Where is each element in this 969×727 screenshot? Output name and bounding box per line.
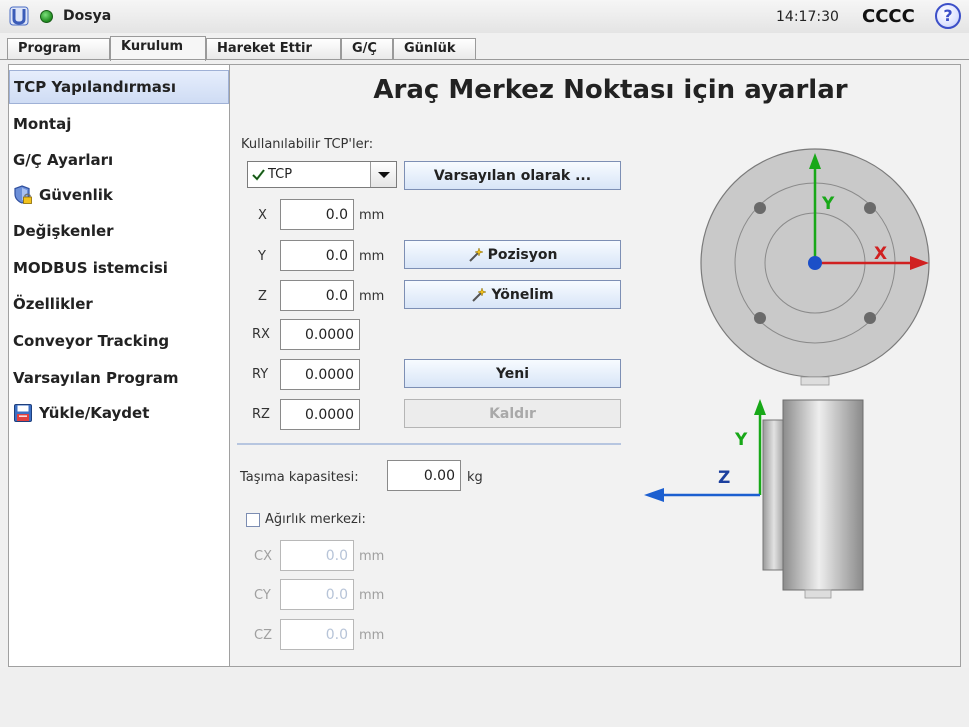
orientation-button[interactable]: Yönelim — [404, 280, 621, 309]
floppy-disk-icon — [14, 404, 32, 422]
cz-field[interactable]: 0.0 — [280, 619, 354, 650]
z-unit: mm — [359, 289, 385, 304]
center-of-gravity-checkbox[interactable] — [246, 513, 260, 527]
x-unit: mm — [359, 208, 385, 223]
sidebar-item-label: G/Ç Ayarları — [13, 151, 114, 169]
universal-robots-logo-icon — [9, 6, 29, 26]
sidebar-item-label: Conveyor Tracking — [13, 332, 170, 350]
payload-label: Taşıma kapasitesi: — [240, 470, 359, 485]
position-button-label: Pozisyon — [487, 246, 558, 263]
sidebar-item-label: TCP Yapılandırması — [14, 78, 176, 96]
tool-flange-diagram: Y X Y Z — [644, 148, 930, 599]
sidebar-item-label: Değişkenler — [13, 222, 114, 240]
sidebar-item-label: Güvenlik — [39, 186, 113, 204]
tab-program[interactable]: Program — [7, 38, 110, 60]
section-divider — [237, 443, 621, 445]
rz-field[interactable]: 0.0000 — [280, 399, 360, 430]
sidebar-item-label: MODBUS istemcisi — [13, 259, 168, 277]
wand-icon — [468, 246, 484, 262]
y-unit: mm — [359, 249, 385, 264]
sidebar-item-modbus-client[interactable]: MODBUS istemcisi — [9, 251, 229, 285]
y-field[interactable]: 0.0 — [280, 240, 354, 271]
ry-field[interactable]: 0.0000 — [280, 359, 360, 390]
rx-label: RX — [252, 327, 270, 342]
cx-field[interactable]: 0.0 — [280, 540, 354, 571]
x-field[interactable]: 0.0 — [280, 199, 354, 230]
set-as-default-button[interactable]: Varsayılan olarak ... — [404, 161, 621, 190]
sidebar-item-tcp-configuration[interactable]: TCP Yapılandırması — [9, 70, 229, 104]
rx-field[interactable]: 0.0000 — [280, 319, 360, 350]
top-bar: Dosya 14:17:30 CCCC ? — [0, 0, 969, 33]
sidebar-item-mounting[interactable]: Montaj — [9, 107, 229, 141]
y-label: Y — [258, 249, 266, 264]
z-field[interactable]: 0.0 — [280, 280, 354, 311]
side-z-axis-label: Z — [718, 468, 730, 488]
sidebar-item-variables[interactable]: Değişkenler — [9, 214, 229, 248]
payload-field[interactable]: 0.00 — [387, 460, 461, 491]
sidebar-item-label: Varsayılan Program — [13, 369, 179, 387]
new-tcp-button[interactable]: Yeni — [404, 359, 621, 388]
clock: 14:17:30 — [776, 9, 839, 25]
tcp-select[interactable]: TCP — [247, 161, 397, 188]
front-x-axis-label: X — [874, 244, 887, 264]
chevron-down-icon — [370, 162, 396, 187]
side-y-axis-label: Y — [734, 430, 748, 450]
wand-icon — [472, 286, 488, 302]
orientation-button-label: Yönelim — [491, 286, 554, 303]
sidebar-item-label: Montaj — [13, 115, 72, 133]
cz-unit: mm — [359, 628, 385, 643]
position-button[interactable]: Pozisyon — [404, 240, 621, 269]
flange-front-view: Y X — [700, 148, 930, 386]
sidebar-item-label: Yükle/Kaydet — [39, 404, 150, 422]
cz-label: CZ — [254, 628, 272, 643]
ry-label: RY — [252, 367, 269, 382]
center-of-gravity-label: Ağırlık merkezi: — [265, 512, 366, 527]
cy-field[interactable]: 0.0 — [280, 579, 354, 610]
sidebar-item-conveyor-tracking[interactable]: Conveyor Tracking — [9, 324, 229, 358]
remove-tcp-button[interactable]: Kaldır — [404, 399, 621, 428]
installation-sidebar: TCP Yapılandırması Montaj G/Ç Ayarları G… — [8, 64, 230, 667]
tcp-settings-panel: Araç Merkez Noktası için ayarlar Kullanı… — [230, 64, 961, 667]
robot-name: CCCC — [862, 6, 915, 27]
cx-unit: mm — [359, 549, 385, 564]
sidebar-item-default-program[interactable]: Varsayılan Program — [9, 361, 229, 395]
tab-move[interactable]: Hareket Ettir — [206, 38, 341, 60]
bottom-bar — [0, 668, 969, 727]
cy-unit: mm — [359, 588, 385, 603]
tab-io[interactable]: G/Ç — [341, 38, 393, 60]
tcp-select-value: TCP — [268, 167, 293, 182]
sidebar-item-load-save[interactable]: Yükle/Kaydet — [9, 396, 229, 430]
help-icon[interactable]: ? — [935, 3, 961, 29]
tab-divider — [0, 59, 969, 60]
tab-installation[interactable]: Kurulum — [110, 36, 206, 61]
sidebar-item-features[interactable]: Özellikler — [9, 287, 229, 321]
cy-label: CY — [254, 588, 271, 603]
sidebar-item-label: Özellikler — [13, 295, 93, 313]
available-tcps-label: Kullanılabilir TCP'ler: — [241, 137, 374, 152]
x-label: X — [258, 208, 267, 223]
main-tabs: Program Kurulum Hareket Ettir G/Ç Günlük — [0, 36, 969, 61]
front-y-axis-label: Y — [821, 194, 835, 214]
checkmark-icon — [252, 169, 265, 181]
rz-label: RZ — [252, 407, 270, 422]
payload-unit: kg — [467, 470, 483, 485]
sidebar-item-safety[interactable]: Güvenlik — [9, 178, 229, 212]
file-menu[interactable]: Dosya — [63, 8, 111, 24]
tab-log[interactable]: Günlük — [393, 38, 476, 60]
z-label: Z — [258, 289, 267, 304]
page-title: Araç Merkez Noktası için ayarlar — [373, 75, 848, 105]
shield-lock-icon — [14, 185, 32, 204]
robot-status-icon — [40, 10, 53, 23]
flange-side-view: Y Z — [644, 399, 864, 599]
sidebar-item-io-setup[interactable]: G/Ç Ayarları — [9, 143, 229, 177]
cx-label: CX — [254, 549, 272, 564]
